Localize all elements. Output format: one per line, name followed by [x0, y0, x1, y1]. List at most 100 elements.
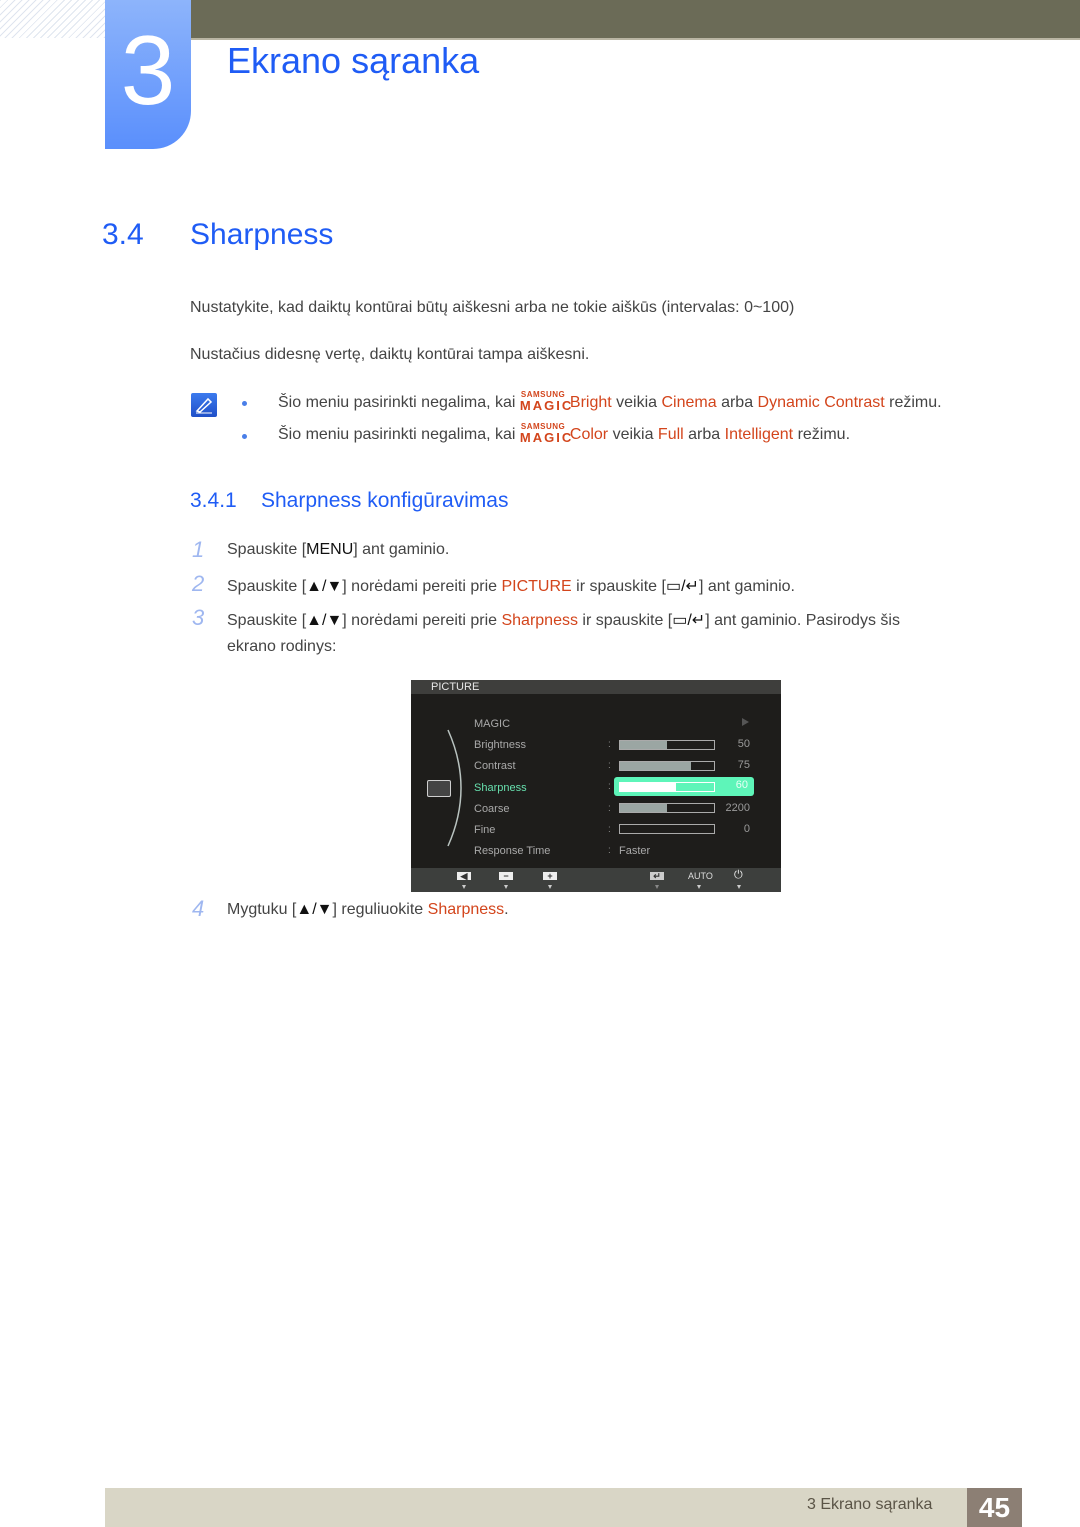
osd-bar-fill [620, 804, 667, 812]
menu-target: Sharpness [427, 901, 505, 918]
step-text: ir spauskite [ [577, 612, 673, 629]
osd-minus-button-icon: − [499, 872, 513, 881]
note-bullet [242, 401, 247, 406]
chapter-number-tab: 3 [105, 0, 191, 149]
osd-contrast-value: 75 [737, 759, 750, 771]
osd-sharpness-bar [619, 782, 715, 792]
note-text: režimu. [793, 426, 851, 443]
step-1: Spauskite [MENU] ant gaminio. [227, 541, 449, 559]
osd-colon: : [608, 739, 611, 750]
step-text: ] norėdami pereiti prie [342, 612, 502, 629]
note-item-2: Šio meniu pasirinkti negalima, kai SAMSU… [278, 422, 851, 445]
osd-down-marker [697, 885, 701, 889]
subsection-title: Sharpness konfigūravimas [261, 489, 509, 512]
osd-bar-fill [620, 762, 691, 770]
osd-power-icon: ⏻ [734, 869, 743, 881]
note-item-1: Šio meniu pasirinkti negalima, kai SAMSU… [278, 390, 942, 413]
osd-fine-value: 0 [743, 823, 750, 835]
step-text: ] ant gaminio. [353, 541, 450, 558]
page-number: 45 [967, 1488, 1022, 1527]
osd-down-marker [504, 885, 508, 889]
up-down-key: ▲/▼ [296, 901, 333, 918]
osd-plus-button-icon: + [543, 872, 557, 881]
up-down-key: ▲/▼ [306, 578, 343, 595]
note-text: arba [716, 394, 758, 411]
osd-coarse-value: 2200 [725, 802, 750, 814]
step-number: 2 [192, 571, 205, 596]
menu-target: PICTURE [501, 578, 572, 595]
osd-picture-icon [427, 780, 451, 797]
osd-contrast-bar [619, 761, 715, 771]
osd-item-fine: Fine [474, 824, 496, 836]
step-2: Spauskite [▲/▼] norėdami pereiti prie PI… [227, 576, 795, 596]
osd-colon: : [608, 845, 611, 856]
step-number: 3 [192, 605, 205, 630]
step-text: . [504, 901, 509, 918]
osd-down-marker [655, 885, 659, 889]
feature-name: Bright [569, 394, 612, 411]
step-3: Spauskite [▲/▼] norėdami pereiti prie Sh… [227, 610, 900, 630]
osd-down-marker [548, 885, 552, 889]
osd-colon: : [608, 803, 611, 814]
section-number: 3.4 [102, 218, 144, 251]
osd-sharpness-selected-row: 60 [614, 777, 754, 796]
menu-key: MENU [306, 541, 354, 558]
osd-fine-bar [619, 824, 715, 834]
osd-colon: : [608, 781, 611, 792]
osd-auto-button: AUTO [688, 871, 713, 881]
mode-name: Cinema [661, 394, 717, 411]
samsung-magic-logo: SAMSUNG MAGIC [520, 390, 571, 413]
osd-coarse-bar [619, 803, 715, 813]
osd-colon: : [608, 824, 611, 835]
note-bullet [242, 434, 247, 439]
osd-item-sharpness: Sharpness [474, 782, 527, 794]
step-text: ] norėdami pereiti prie [342, 578, 502, 595]
note-text: režimu. [884, 394, 942, 411]
enter-key: ▭/↵ [672, 612, 706, 629]
step-text: Spauskite [ [227, 612, 307, 629]
note-text: Šio meniu pasirinkti negalima, kai [278, 426, 520, 443]
mode-name: Intelligent [724, 426, 794, 443]
osd-title: PICTURE [411, 680, 781, 694]
osd-enter-button-icon: ↵ [650, 872, 664, 881]
osd-brightness-bar [619, 740, 715, 750]
step-text: Spauskite [ [227, 541, 307, 558]
footer-chapter: 3 Ekrano sąranka [807, 1496, 933, 1513]
step-3-continued: ekrano rodinys: [227, 638, 337, 655]
osd-item-contrast: Contrast [474, 760, 516, 772]
osd-item-response-time: Response Time [474, 845, 551, 857]
subsection-number: 3.4.1 [190, 489, 237, 512]
osd-sharpness-value: 60 [735, 779, 748, 791]
note-text: veikia [608, 426, 658, 443]
menu-target: Sharpness [501, 612, 578, 629]
osd-submenu-arrow-icon [742, 718, 749, 726]
step-text: ir spauskite [ [571, 578, 666, 595]
note-text: veikia [611, 394, 662, 411]
osd-down-marker [737, 885, 741, 889]
note-pencil-icon [191, 393, 217, 417]
osd-item-brightness: Brightness [474, 739, 526, 751]
mode-name: Dynamic Contrast [757, 394, 885, 411]
mode-name: Full [657, 426, 684, 443]
step-4: Mygtuku [▲/▼] reguliuokite Sharpness. [227, 901, 509, 919]
osd-item-coarse: Coarse [474, 803, 510, 815]
brand-bottom: MAGIC [519, 430, 574, 445]
step-text: Mygtuku [ [227, 901, 297, 918]
osd-colon: : [608, 760, 611, 771]
osd-brightness-value: 50 [737, 738, 750, 750]
step-text: ] ant gaminio. [698, 578, 795, 595]
feature-name: Color [569, 426, 609, 443]
osd-item-magic: MAGIC [474, 718, 511, 730]
osd-left-button-icon: ◀ [457, 872, 471, 881]
note-text: arba [683, 426, 725, 443]
osd-response-time-value: Faster [619, 845, 651, 857]
osd-down-marker [462, 885, 466, 889]
section-title: Sharpness [190, 218, 334, 251]
step-text: ] ant gaminio. Pasirodys šis [705, 612, 900, 629]
osd-bar-fill [620, 741, 667, 749]
up-down-key: ▲/▼ [306, 612, 343, 629]
note-text: Šio meniu pasirinkti negalima, kai [278, 394, 520, 411]
samsung-magic-logo: SAMSUNG MAGIC [519, 422, 574, 445]
chapter-title: Ekrano sąranka [227, 40, 480, 81]
step-text: ] reguliuokite [332, 901, 428, 918]
